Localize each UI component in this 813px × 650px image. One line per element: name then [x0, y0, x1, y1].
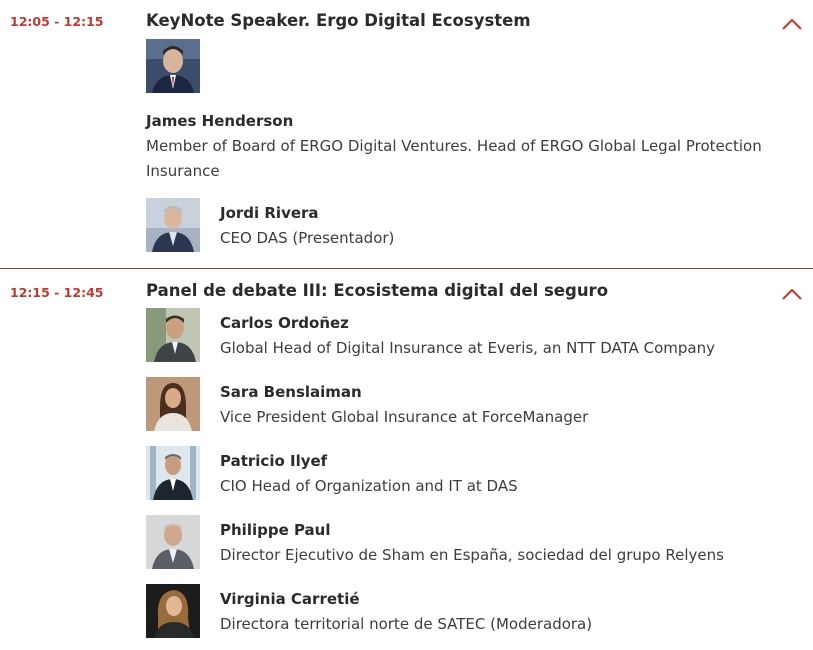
speaker-photo	[146, 39, 200, 93]
speaker-photo	[146, 515, 200, 569]
speaker-role: Director Ejecutivo de Sham en España, so…	[220, 546, 724, 564]
chevron-up-icon[interactable]	[781, 16, 803, 30]
speaker-role: Global Head of Digital Insurance at Ever…	[220, 339, 716, 357]
session-time: 12:05 - 12:15	[10, 14, 104, 29]
speaker-name: Sara Benslaiman	[220, 383, 362, 401]
speaker-name: Patricio Ilyef	[220, 452, 328, 470]
agenda-session: 12:05 - 12:15 KeyNote Speaker. Ergo Digi…	[0, 0, 813, 269]
speaker-name: James Henderson	[146, 112, 294, 130]
speaker-name: Philippe Paul	[220, 521, 331, 539]
speaker-role: CEO DAS (Presentador)	[220, 229, 395, 247]
speaker-role: CIO Head of Organization and IT at DAS	[220, 477, 518, 495]
speaker-role: Vice President Global Insurance at Force…	[220, 408, 589, 426]
speaker-name: Jordi Rivera	[220, 204, 319, 222]
speaker-photo	[146, 377, 200, 431]
speaker-role: Member of Board of ERGO Digital Ventures…	[146, 137, 762, 180]
chevron-up-icon[interactable]	[781, 286, 803, 300]
session-title: KeyNote Speaker. Ergo Digital Ecosystem	[146, 11, 531, 30]
speaker-role: Directora territorial norte de SATEC (Mo…	[220, 615, 593, 633]
speaker-name: Virginia Carretié	[220, 590, 360, 608]
speaker-photo	[146, 446, 200, 500]
speaker-name: Carlos Ordoñez	[220, 314, 349, 332]
speaker-photo	[146, 584, 200, 638]
session-time: 12:15 - 12:45	[10, 285, 104, 300]
speaker-photo	[146, 308, 200, 362]
speaker-photo	[146, 198, 200, 252]
session-title: Panel de debate III: Ecosistema digital …	[146, 281, 609, 300]
agenda-session: 12:15 - 12:45 Panel de debate III: Ecosi…	[0, 269, 813, 650]
